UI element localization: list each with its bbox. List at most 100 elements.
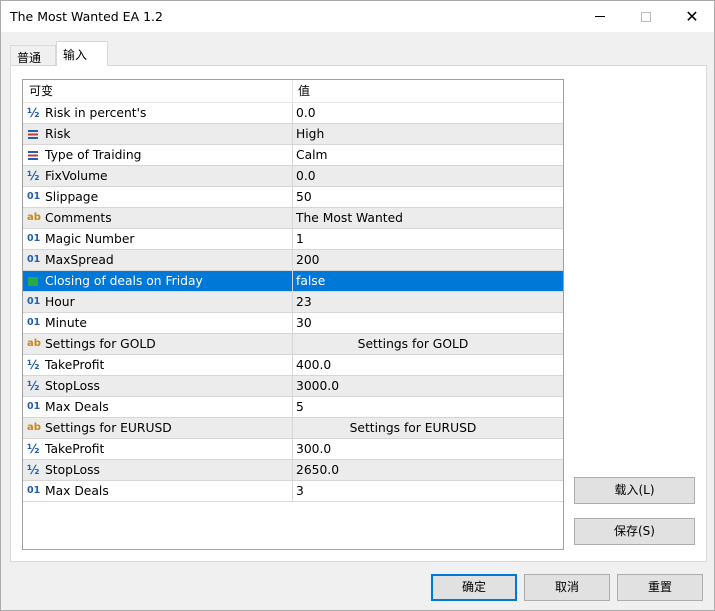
parameter-value-cell[interactable]: 23 bbox=[293, 292, 563, 312]
table-row[interactable]: ab Settings for GOLD Settings for GOLD bbox=[23, 334, 563, 355]
tab-common[interactable]: 普通 bbox=[10, 45, 56, 65]
parameter-name-cell[interactable]: ab Comments bbox=[23, 208, 293, 228]
table-row[interactable]: ab Comments The Most Wanted bbox=[23, 208, 563, 229]
column-header-value[interactable]: 值 bbox=[293, 80, 563, 103]
table-row[interactable]: 01 Magic Number 1 bbox=[23, 229, 563, 250]
fraction-icon: ½ bbox=[27, 106, 40, 120]
parameter-name-cell[interactable]: 01 Magic Number bbox=[23, 229, 293, 249]
parameter-name-cell[interactable]: Type of Traiding bbox=[23, 145, 293, 165]
close-button[interactable]: ✕ bbox=[669, 1, 715, 32]
fraction-icon: ½ bbox=[27, 463, 40, 477]
table-row[interactable]: 01 MaxSpread 200 bbox=[23, 250, 563, 271]
parameter-name-cell[interactable]: 01 MaxSpread bbox=[23, 250, 293, 270]
enum-icon bbox=[27, 148, 44, 162]
parameter-name: Type of Traiding bbox=[45, 148, 142, 162]
string-icon: ab bbox=[27, 422, 41, 433]
integer-icon: 01 bbox=[27, 485, 41, 496]
parameter-name-cell[interactable]: 01 Max Deals bbox=[23, 481, 293, 501]
ok-button[interactable]: 确定 bbox=[431, 574, 517, 601]
table-row[interactable]: ½ TakeProfit 300.0 bbox=[23, 439, 563, 460]
parameter-name: Settings for EURUSD bbox=[45, 421, 172, 435]
parameter-name-cell[interactable]: 01 Minute bbox=[23, 313, 293, 333]
parameter-name-cell[interactable]: ½ TakeProfit bbox=[23, 355, 293, 375]
minimize-button[interactable] bbox=[577, 1, 623, 32]
parameter-value-cell[interactable]: Calm bbox=[293, 145, 563, 165]
parameter-name-cell[interactable]: 01 Slippage bbox=[23, 187, 293, 207]
table-row[interactable]: ½ Risk in percent's 0.0 bbox=[23, 103, 563, 124]
parameter-name: Max Deals bbox=[45, 484, 109, 498]
parameter-name: Closing of deals on Friday bbox=[45, 274, 203, 288]
parameter-value-cell[interactable]: 0.0 bbox=[293, 103, 563, 123]
integer-icon: 01 bbox=[27, 191, 41, 202]
parameter-name-cell[interactable]: ½ Risk in percent's bbox=[23, 103, 293, 123]
close-icon: ✕ bbox=[685, 6, 699, 26]
table-row[interactable]: ½ FixVolume 0.0 bbox=[23, 166, 563, 187]
parameter-name-cell[interactable]: ab Settings for EURUSD bbox=[23, 418, 293, 438]
table-row[interactable]: 01 Max Deals 3 bbox=[23, 481, 563, 502]
tab-inputs[interactable]: 输入 bbox=[56, 41, 108, 66]
parameter-name-cell[interactable]: ½ StopLoss bbox=[23, 460, 293, 480]
string-icon: ab bbox=[27, 212, 41, 223]
grid-rows: ½ Risk in percent's 0.0 Risk High Type of Tra… bbox=[23, 103, 563, 502]
parameter-name-cell[interactable]: ½ TakeProfit bbox=[23, 439, 293, 459]
parameter-name-cell[interactable]: 01 Max Deals bbox=[23, 397, 293, 417]
parameter-name: Comments bbox=[45, 211, 112, 225]
parameter-value-cell[interactable]: 300.0 bbox=[293, 439, 563, 459]
parameter-value-cell[interactable]: 3 bbox=[293, 481, 563, 501]
parameter-value-cell[interactable]: Settings for EURUSD bbox=[293, 418, 563, 438]
parameter-value-cell[interactable]: 2650.0 bbox=[293, 460, 563, 480]
fraction-icon: ½ bbox=[27, 442, 40, 456]
bool-icon bbox=[27, 274, 44, 288]
parameter-value-cell[interactable]: Settings for GOLD bbox=[293, 334, 563, 354]
minimize-icon bbox=[595, 16, 605, 17]
integer-icon: 01 bbox=[27, 317, 41, 328]
dialog-window: The Most Wanted EA 1.2 ✕ 普通 输入 可变 值 ½ Ris… bbox=[0, 0, 715, 611]
save-button[interactable]: 保存(S) bbox=[574, 518, 695, 545]
parameter-value-cell[interactable]: 30 bbox=[293, 313, 563, 333]
parameter-value-cell[interactable]: 1 bbox=[293, 229, 563, 249]
integer-icon: 01 bbox=[27, 254, 41, 265]
parameter-name-cell[interactable]: ab Settings for GOLD bbox=[23, 334, 293, 354]
load-button[interactable]: 载入(L) bbox=[574, 477, 695, 504]
table-row[interactable]: ab Settings for EURUSD Settings for EURUSD bbox=[23, 418, 563, 439]
table-row[interactable]: ½ StopLoss 3000.0 bbox=[23, 376, 563, 397]
window-title: The Most Wanted EA 1.2 bbox=[10, 9, 163, 24]
parameter-name: Hour bbox=[45, 295, 75, 309]
reset-button[interactable]: 重置 bbox=[617, 574, 703, 601]
parameter-value-cell[interactable]: 0.0 bbox=[293, 166, 563, 186]
parameter-value-cell[interactable]: 3000.0 bbox=[293, 376, 563, 396]
column-header-variable[interactable]: 可变 bbox=[23, 80, 293, 103]
table-row[interactable]: ½ TakeProfit 400.0 bbox=[23, 355, 563, 376]
integer-icon: 01 bbox=[27, 401, 41, 412]
fraction-icon: ½ bbox=[27, 169, 40, 183]
title-bar: The Most Wanted EA 1.2 ✕ bbox=[1, 1, 714, 32]
table-row[interactable]: 01 Max Deals 5 bbox=[23, 397, 563, 418]
parameter-name-cell[interactable]: Closing of deals on Friday bbox=[23, 271, 293, 291]
parameter-name: MaxSpread bbox=[45, 253, 114, 267]
parameter-name: Slippage bbox=[45, 190, 99, 204]
table-row[interactable]: ½ StopLoss 2650.0 bbox=[23, 460, 563, 481]
parameter-value-cell[interactable]: 200 bbox=[293, 250, 563, 270]
parameter-value-cell[interactable]: 400.0 bbox=[293, 355, 563, 375]
parameter-value-cell[interactable]: 5 bbox=[293, 397, 563, 417]
parameter-name-cell[interactable]: ½ FixVolume bbox=[23, 166, 293, 186]
parameter-name: StopLoss bbox=[45, 379, 100, 393]
parameter-value-cell[interactable]: The Most Wanted bbox=[293, 208, 563, 228]
parameter-value-cell[interactable]: false bbox=[293, 271, 563, 291]
inputs-grid: 可变 值 ½ Risk in percent's 0.0 Risk High Type o… bbox=[22, 79, 564, 550]
table-row[interactable]: Type of Traiding Calm bbox=[23, 145, 563, 166]
table-row[interactable]: 01 Minute 30 bbox=[23, 313, 563, 334]
parameter-name-cell[interactable]: Risk bbox=[23, 124, 293, 144]
parameter-name: TakeProfit bbox=[45, 442, 105, 456]
table-row[interactable]: 01 Slippage 50 bbox=[23, 187, 563, 208]
fraction-icon: ½ bbox=[27, 379, 40, 393]
parameter-name-cell[interactable]: 01 Hour bbox=[23, 292, 293, 312]
table-row[interactable]: Closing of deals on Friday false bbox=[23, 271, 563, 292]
table-row[interactable]: 01 Hour 23 bbox=[23, 292, 563, 313]
parameter-value-cell[interactable]: High bbox=[293, 124, 563, 144]
parameter-value-cell[interactable]: 50 bbox=[293, 187, 563, 207]
table-row[interactable]: Risk High bbox=[23, 124, 563, 145]
cancel-button[interactable]: 取消 bbox=[524, 574, 610, 601]
parameter-name-cell[interactable]: ½ StopLoss bbox=[23, 376, 293, 396]
integer-icon: 01 bbox=[27, 233, 41, 244]
